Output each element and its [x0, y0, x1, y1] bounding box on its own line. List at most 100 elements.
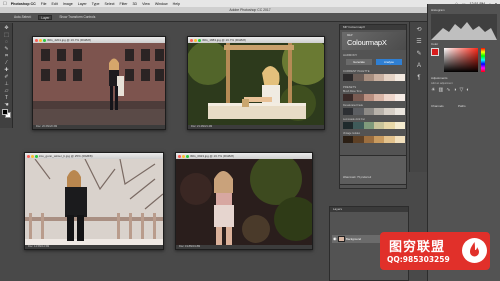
palette-swatch[interactable] [353, 94, 364, 101]
preset-palette-row[interactable] [343, 122, 405, 129]
auto-select-checkbox[interactable]: Auto-Select: [14, 15, 31, 19]
levels-icon[interactable]: ▥ [438, 87, 443, 97]
palette-swatch[interactable] [394, 136, 405, 143]
minimize-icon[interactable] [39, 38, 43, 42]
palette-swatch[interactable] [353, 74, 364, 81]
foreground-color-swatch[interactable] [2, 109, 8, 115]
menu-filter[interactable]: Filter [120, 2, 128, 6]
document-image[interactable] [25, 159, 163, 245]
minimize-icon[interactable] [194, 38, 198, 42]
palette-swatch[interactable] [363, 122, 374, 129]
palette-swatch[interactable] [363, 108, 374, 115]
analyse-button[interactable]: Analyse [376, 59, 402, 65]
document-image[interactable] [176, 159, 312, 245]
eye-icon[interactable]: ◉ [333, 235, 337, 243]
palette-swatch[interactable] [384, 122, 395, 129]
preset-palette-row[interactable] [343, 108, 405, 115]
minimize-icon[interactable] [31, 154, 35, 158]
color-picker-field[interactable] [444, 48, 478, 72]
history-icon[interactable]: ⟲ [414, 26, 424, 35]
hand-tool-icon[interactable]: ☚ [3, 102, 10, 108]
palette-swatch[interactable] [343, 108, 354, 115]
close-icon[interactable] [178, 154, 181, 158]
eyedropper-tool-icon[interactable]: ⁄ [3, 60, 10, 66]
palette-swatch[interactable] [384, 136, 395, 143]
palette-swatch[interactable] [373, 108, 385, 115]
palette-swatch[interactable] [394, 74, 405, 81]
zoom-icon[interactable] [186, 154, 190, 158]
clone-stamp-tool-icon[interactable]: ⊥ [3, 81, 10, 87]
palette-swatch[interactable] [353, 122, 364, 129]
curves-icon[interactable]: ∿ [446, 87, 450, 97]
menu-file[interactable]: File [41, 2, 47, 6]
close-icon[interactable] [35, 38, 38, 42]
document-window-4[interactable]: IMG_0923.jpg @ 16.7% (RGB/8) Doc: 19.8M/… [175, 152, 313, 250]
palette-swatch[interactable] [353, 136, 364, 143]
adjustments-tab[interactable]: Adjustments [431, 76, 448, 80]
palette-swatch[interactable] [373, 74, 385, 81]
healing-brush-tool-icon[interactable]: ✚ [3, 67, 10, 73]
quick-select-tool-icon[interactable]: ✎ [3, 46, 10, 52]
character-icon[interactable]: A [414, 62, 424, 71]
palette-swatch[interactable] [394, 94, 405, 101]
paragraph-icon[interactable]: ¶ [414, 74, 424, 83]
palette-swatch[interactable] [363, 94, 374, 101]
minimize-icon[interactable] [182, 154, 186, 158]
palette-swatch[interactable] [343, 122, 354, 129]
properties-icon[interactable]: ☰ [414, 38, 424, 47]
channels-tab[interactable]: Channels [431, 104, 444, 108]
menu-help[interactable]: Help [173, 2, 180, 6]
brush-tool-icon[interactable]: ✐ [3, 74, 10, 80]
menu-view[interactable]: View [142, 2, 150, 6]
document-image[interactable] [33, 43, 165, 125]
close-icon[interactable] [27, 154, 30, 158]
brush-settings-icon[interactable]: ✎ [414, 50, 424, 59]
palette-swatch[interactable] [394, 122, 405, 129]
menu-window[interactable]: Window [155, 2, 168, 6]
menu-image[interactable]: Image [63, 2, 73, 6]
hue-saturation-icon[interactable]: ◐ [466, 87, 469, 97]
document-image[interactable] [188, 43, 324, 125]
document-window-1[interactable]: IMG_4201.jpg @ 16.7% (RGB/8) Doc: 20.6M/… [32, 36, 166, 130]
menu-type[interactable]: Type [92, 2, 100, 6]
app-menu[interactable]: Photoshop CC [11, 2, 36, 6]
document-window-3[interactable]: into_gunn_winter_b.jpg @ 25% (RGB/8) Doc… [24, 152, 164, 250]
palette-swatch[interactable] [373, 136, 385, 143]
panel-header[interactable]: MP ColourmapX [340, 25, 406, 30]
palette-swatch[interactable] [394, 108, 405, 115]
zoom-icon[interactable] [43, 38, 47, 42]
close-icon[interactable] [190, 38, 193, 42]
current-palette-row[interactable] [343, 74, 405, 81]
layers-panel-header[interactable]: Layers [330, 207, 408, 212]
type-tool-icon[interactable]: T [3, 95, 10, 101]
palette-swatch[interactable] [363, 74, 374, 81]
lasso-tool-icon[interactable]: ◌ [3, 39, 10, 45]
preset-palette-row[interactable] [343, 136, 405, 143]
vibrance-icon[interactable]: ▽ [459, 87, 463, 97]
palette-swatch[interactable] [384, 108, 395, 115]
color-tab[interactable]: Color [431, 42, 438, 46]
menu-layer[interactable]: Layer [78, 2, 87, 6]
foreground-color-chip[interactable] [431, 48, 439, 56]
palette-swatch[interactable] [373, 122, 385, 129]
histogram-tab[interactable]: Histogram [431, 8, 445, 12]
preset-palette-row[interactable] [343, 94, 405, 101]
exposure-icon[interactable]: ◑ [453, 87, 456, 97]
generate-button[interactable]: Generate [346, 59, 372, 65]
brightness-icon[interactable]: ☀ [431, 87, 435, 97]
move-tool-icon[interactable]: ✥ [3, 25, 10, 31]
marquee-tool-icon[interactable]: ⬚ [3, 32, 10, 38]
palette-swatch[interactable] [384, 74, 395, 81]
palette-swatch[interactable] [353, 108, 364, 115]
menu-select[interactable]: Select [105, 2, 115, 6]
palette-swatch[interactable] [343, 136, 354, 143]
crop-tool-icon[interactable]: ⌗ [3, 53, 10, 59]
zoom-icon[interactable] [35, 154, 39, 158]
palette-swatch[interactable] [384, 94, 395, 101]
eraser-tool-icon[interactable]: ▱ [3, 88, 10, 94]
apple-icon[interactable]:  [3, 1, 7, 7]
hue-slider[interactable] [481, 48, 485, 72]
show-transform-checkbox[interactable]: Show Transform Controls [59, 15, 95, 19]
palette-swatch[interactable] [343, 74, 354, 81]
layer-select-dropdown[interactable]: Layer [38, 14, 53, 20]
